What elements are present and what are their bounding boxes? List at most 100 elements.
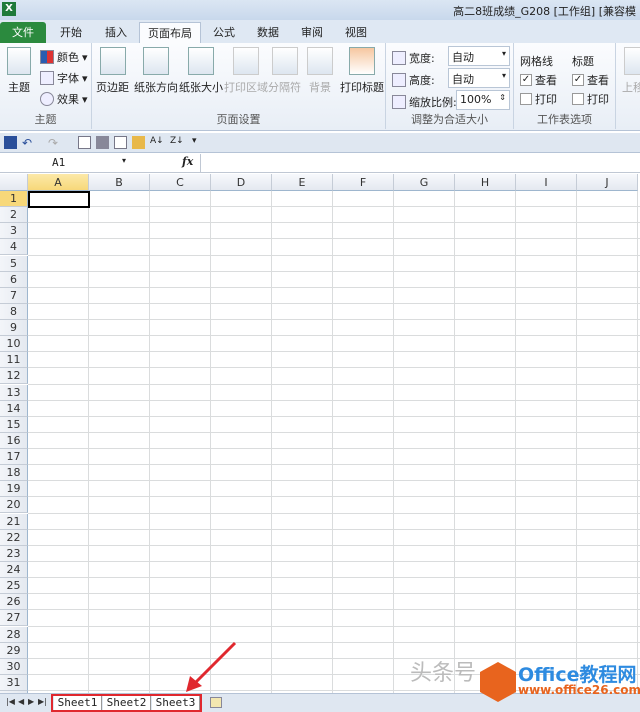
worksheet-grid[interactable]: A B C D E F G H I J 1 2 3 4 5 6 7 8 9 10 11 12 13 14 15 16 17 18 19 2…: [0, 174, 640, 693]
row-header[interactable]: 5: [0, 255, 28, 272]
row-header[interactable]: 29: [0, 642, 28, 659]
column-header-c[interactable]: C: [150, 174, 211, 191]
tab-home[interactable]: 开始: [50, 22, 92, 43]
first-sheet-icon[interactable]: |◀: [6, 697, 15, 706]
print-titles-button[interactable]: 打印标题: [340, 47, 384, 95]
size-button[interactable]: 纸张大小: [179, 47, 223, 95]
row-header[interactable]: 28: [0, 626, 28, 643]
column-header-d[interactable]: D: [211, 174, 272, 191]
print-icon[interactable]: [96, 136, 109, 149]
effects-button[interactable]: 效果 ▾: [40, 91, 88, 107]
row-header[interactable]: 21: [0, 513, 28, 530]
height-dropdown[interactable]: 自动 ▾: [448, 68, 510, 88]
tab-view[interactable]: 视图: [336, 22, 376, 43]
column-header-i[interactable]: I: [516, 174, 577, 191]
column-header-b[interactable]: B: [89, 174, 150, 191]
name-box[interactable]: A1: [0, 154, 133, 172]
print-area-button[interactable]: 打印区域: [224, 47, 268, 95]
row-header[interactable]: 16: [0, 432, 28, 449]
row-header[interactable]: 24: [0, 561, 28, 578]
row-header[interactable]: 20: [0, 497, 28, 514]
gridline: [28, 254, 640, 256]
breaks-button[interactable]: 分隔符: [268, 47, 301, 95]
gridline: [28, 206, 640, 208]
row-header[interactable]: 1: [0, 191, 28, 207]
print-preview-icon[interactable]: [78, 136, 91, 149]
sort-desc-icon[interactable]: Z↓: [170, 136, 184, 149]
column-header-j[interactable]: J: [577, 174, 638, 191]
orientation-button[interactable]: 纸张方向: [134, 47, 178, 95]
background-button[interactable]: 背景: [307, 47, 333, 95]
row-header[interactable]: 22: [0, 529, 28, 546]
headings-print-checkbox[interactable]: 打印: [572, 91, 609, 107]
row-header[interactable]: 6: [0, 271, 28, 288]
gridline: [28, 302, 640, 304]
row-header[interactable]: 3: [0, 223, 28, 240]
last-sheet-icon[interactable]: ▶|: [38, 697, 47, 706]
row-header[interactable]: 17: [0, 449, 28, 466]
row-header[interactable]: 4: [0, 239, 28, 256]
gridline: [28, 480, 640, 482]
row-header[interactable]: 2: [0, 207, 28, 224]
formula-input[interactable]: [200, 154, 640, 172]
column-header-h[interactable]: H: [455, 174, 516, 191]
next-sheet-icon[interactable]: ▶: [28, 697, 34, 706]
insert-function-icon[interactable]: fx: [182, 155, 193, 168]
margins-button[interactable]: 页边距: [96, 47, 129, 95]
title-bar: X 高二8班成绩_G208 [工作组] [兼容模: [0, 0, 640, 20]
row-header[interactable]: 10: [0, 336, 28, 353]
active-cell-a1[interactable]: [28, 191, 90, 208]
row-header[interactable]: 18: [0, 465, 28, 482]
row-header[interactable]: 19: [0, 481, 28, 498]
tab-review[interactable]: 审阅: [292, 22, 332, 43]
save-icon[interactable]: [4, 136, 17, 149]
row-header[interactable]: 8: [0, 303, 28, 320]
tab-page-layout[interactable]: 页面布局: [139, 22, 201, 43]
tab-insert[interactable]: 插入: [95, 22, 137, 43]
column-header-e[interactable]: E: [272, 174, 333, 191]
row-header[interactable]: 23: [0, 545, 28, 562]
print-titles-icon: [349, 47, 375, 75]
redo-icon[interactable]: ↷: [48, 136, 61, 150]
row-header[interactable]: 25: [0, 578, 28, 595]
row-header[interactable]: 26: [0, 594, 28, 611]
width-dropdown[interactable]: 自动 ▾: [448, 46, 510, 66]
group-themes: 主题 颜色 ▾ 字体 ▾ 效果 ▾ 主题: [0, 43, 92, 129]
fonts-button[interactable]: 字体 ▾: [40, 70, 88, 86]
row-header[interactable]: 7: [0, 287, 28, 304]
sort-asc-icon[interactable]: A↓: [150, 136, 164, 149]
row-header[interactable]: 15: [0, 416, 28, 433]
gridline: [28, 367, 640, 369]
tab-data[interactable]: 数据: [248, 22, 288, 43]
gridlines-print-checkbox[interactable]: 打印: [520, 91, 557, 107]
size-icon: [188, 47, 214, 75]
open-icon[interactable]: [132, 136, 145, 149]
row-header[interactable]: 9: [0, 320, 28, 337]
gridlines-view-checkbox[interactable]: ✓ 查看: [520, 72, 557, 88]
tab-file[interactable]: 文件: [0, 22, 46, 43]
insert-sheet-icon[interactable]: [210, 697, 222, 708]
name-box-dropdown-icon[interactable]: ▾: [122, 156, 126, 165]
headings-view-checkbox[interactable]: ✓ 查看: [572, 72, 609, 88]
row-header[interactable]: 27: [0, 610, 28, 627]
row-header[interactable]: 31: [0, 674, 28, 691]
prev-sheet-icon[interactable]: ◀: [18, 697, 24, 706]
colors-button[interactable]: 颜色 ▾: [40, 49, 88, 65]
row-header[interactable]: 12: [0, 368, 28, 385]
undo-icon[interactable]: ↶: [22, 136, 35, 150]
tab-formulas[interactable]: 公式: [204, 22, 244, 43]
row-header[interactable]: 30: [0, 658, 28, 675]
row-header[interactable]: 13: [0, 384, 28, 401]
row-header[interactable]: 14: [0, 400, 28, 417]
themes-button[interactable]: 主题: [4, 47, 34, 95]
new-icon[interactable]: [114, 136, 127, 149]
column-header-g[interactable]: G: [394, 174, 455, 191]
column-header-a[interactable]: A: [28, 174, 89, 191]
bring-forward-button[interactable]: 上移: [622, 47, 640, 95]
scale-spinner[interactable]: 100% ⇕: [456, 90, 510, 110]
row-header[interactable]: 11: [0, 352, 28, 369]
customize-qat-icon[interactable]: ▾: [192, 136, 205, 149]
formula-bar: A1 ▾ fx: [0, 154, 640, 173]
column-header-f[interactable]: F: [333, 174, 394, 191]
select-all-corner[interactable]: [0, 174, 28, 191]
